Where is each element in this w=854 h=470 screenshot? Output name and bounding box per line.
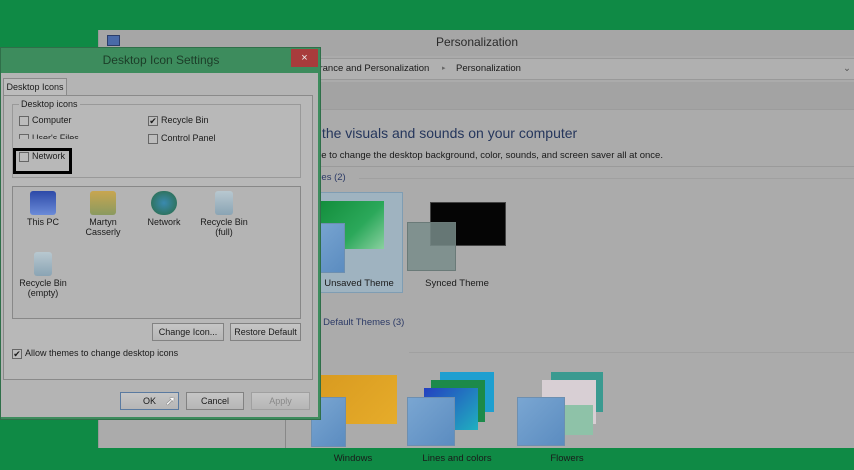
color-swatch — [407, 222, 456, 271]
icon-label: This PC — [26, 217, 59, 227]
highlight-box — [13, 148, 72, 174]
computer-icon — [30, 191, 56, 215]
theme-windows[interactable]: Windows — [311, 370, 403, 470]
checkbox-recycle-bin[interactable]: ✔ Recycle Bin — [148, 115, 209, 126]
icon-label: Network — [147, 217, 181, 227]
change-icon-button[interactable]: Change Icon... — [152, 323, 224, 341]
icon-item-network[interactable]: Network — [134, 191, 194, 227]
network-globe-icon — [151, 191, 177, 215]
checkmark-icon[interactable]: ✔ — [12, 348, 22, 359]
user-folder-icon — [90, 191, 116, 215]
icon-item-user-files[interactable]: Martyn Casserly — [73, 191, 133, 237]
checkbox-computer[interactable]: Computer — [19, 115, 72, 126]
checkbox-icon[interactable] — [19, 115, 29, 126]
divider — [409, 352, 854, 353]
theme-label: Windows — [333, 453, 373, 464]
checkbox-users-files[interactable]: User's Files — [19, 133, 79, 143]
theme-label: Synced Theme — [425, 278, 489, 289]
restore-default-button[interactable]: Restore Default — [230, 323, 301, 341]
divider — [299, 166, 854, 167]
icon-label: Recycle Bin (empty) — [19, 278, 67, 298]
checkbox-label: Computer — [32, 115, 72, 125]
desktop-icon-settings-dialog: Desktop Icon Settings × Desktop Icons De… — [0, 47, 321, 420]
icon-item-this-pc[interactable]: This PC — [13, 191, 73, 227]
tab-desktop-icons[interactable]: Desktop Icons — [3, 78, 67, 96]
theme-label: Lines and colors — [422, 453, 492, 464]
checkmark-icon[interactable]: ✔ — [148, 115, 158, 126]
checkbox-label: User's Files — [32, 133, 79, 143]
recycle-bin-full-icon — [215, 191, 233, 215]
checkbox-allow-themes[interactable]: ✔ Allow themes to change desktop icons — [12, 348, 178, 359]
cancel-button[interactable]: Cancel — [186, 392, 244, 410]
icon-label: Recycle Bin (full) — [200, 217, 248, 237]
theme-synced[interactable]: Synced Theme — [407, 192, 511, 293]
group-label: Desktop icons — [19, 99, 80, 109]
breadcrumb-personalization[interactable]: Personalization — [456, 59, 521, 79]
checkbox-label: Recycle Bin — [161, 115, 209, 125]
dialog-title: Desktop Icon Settings — [102, 53, 220, 67]
divider — [359, 178, 854, 179]
checkbox-label: Control Panel — [161, 133, 216, 143]
checkbox-control-panel[interactable]: Control Panel — [148, 133, 216, 144]
dialog-body: Desktop Icons Desktop icons Computer Use… — [1, 73, 318, 417]
color-palette-icon — [407, 397, 455, 446]
page-subtitle: Click a theme to change the desktop back… — [269, 150, 663, 161]
mouse-cursor-icon: ➚ — [165, 393, 176, 408]
icon-label: Martyn Casserly — [85, 217, 121, 237]
icon-item-recycle-bin-full[interactable]: Recycle Bin (full) — [194, 191, 254, 237]
color-palette-icon — [517, 397, 565, 446]
theme-flowers[interactable]: Flowers — [517, 370, 621, 470]
close-button[interactable]: × — [291, 49, 318, 67]
tab-panel: Desktop icons Computer User's Files Netw… — [3, 95, 313, 380]
checkbox-icon[interactable] — [148, 133, 158, 144]
icon-list[interactable]: This PC Martyn Casserly Network Recycle … — [12, 186, 301, 319]
address-dropdown-icon[interactable]: ⌄ — [843, 59, 851, 79]
breadcrumb-arrow-icon: ▸ — [442, 65, 446, 72]
apply-button[interactable]: Apply — [251, 392, 310, 410]
theme-label: Flowers — [550, 453, 584, 464]
icon-item-recycle-bin-empty[interactable]: Recycle Bin (empty) — [13, 252, 73, 298]
checkbox-label: Allow themes to change desktop icons — [25, 348, 179, 358]
window-icon — [107, 35, 120, 46]
theme-label: Unsaved Theme — [324, 278, 394, 289]
theme-unsaved[interactable]: Unsaved Theme — [312, 192, 403, 293]
recycle-bin-empty-icon — [34, 252, 52, 276]
theme-lines-and-colors[interactable]: Lines and colors — [407, 370, 511, 470]
checkbox-icon[interactable] — [19, 133, 29, 139]
